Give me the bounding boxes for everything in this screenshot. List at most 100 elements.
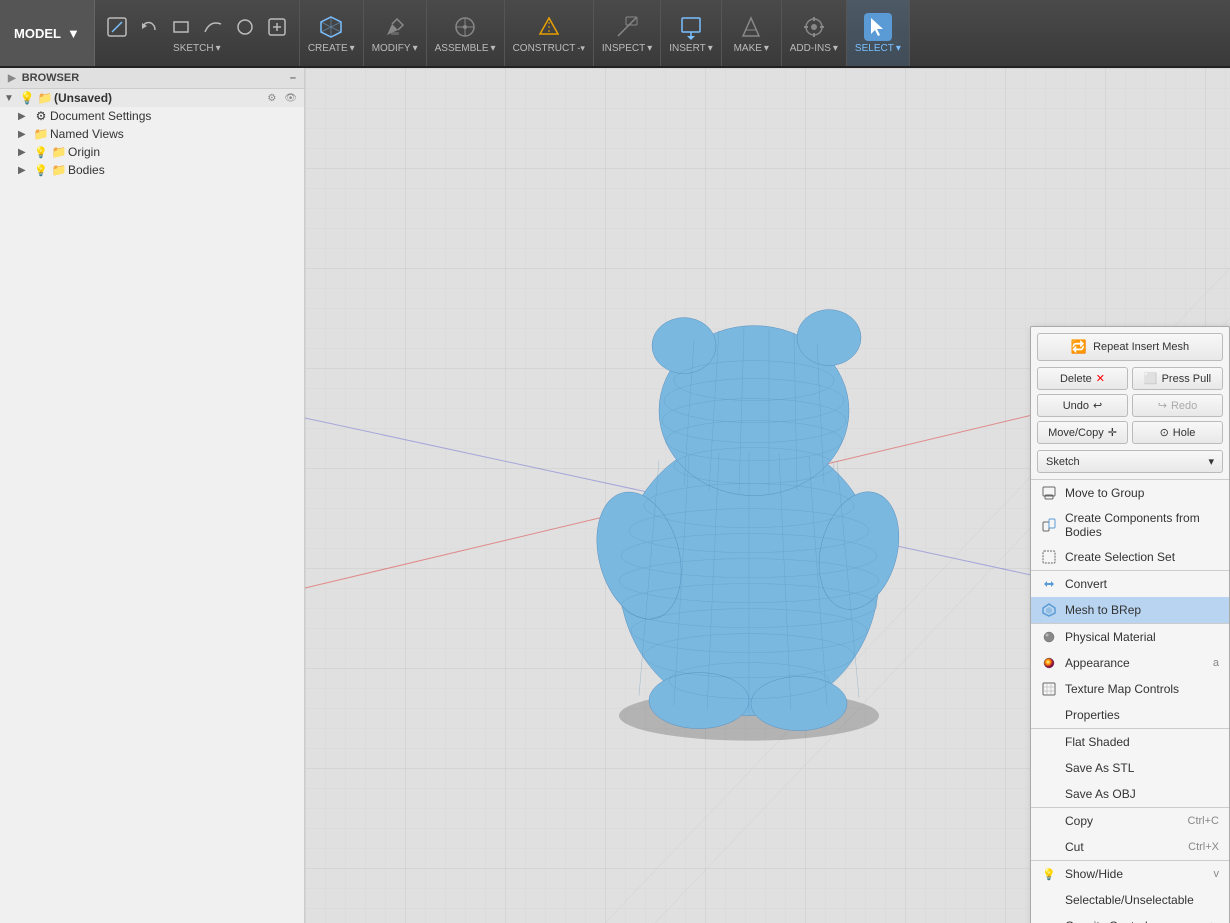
tree-item-named-views[interactable]: ▶ 📁 Named Views: [0, 125, 304, 143]
toolbar-group-inspect[interactable]: INSPECT▾: [594, 0, 661, 66]
ctx-item-save-stl[interactable]: Save As STL: [1031, 755, 1229, 781]
ctx-item-flat-shaded[interactable]: Flat Shaded: [1031, 729, 1229, 755]
origin-bulb-icon: 💡: [32, 146, 50, 159]
create-icon: [317, 13, 345, 41]
main-area: ▶ BROWSER – ▼ 💡 📁 (Unsaved) ⚙ 👁 ▶ ⚙: [0, 68, 1230, 923]
toolbar-group-modify[interactable]: MODIFY▾: [364, 0, 427, 66]
convert-icon: [1041, 576, 1057, 592]
copy-icon: [1041, 813, 1057, 829]
press-pull-label: Press Pull: [1162, 373, 1212, 385]
ctx-item-mesh-to-brep[interactable]: Mesh to BRep: [1031, 597, 1229, 623]
toolbar-group-select[interactable]: SELECT▾: [847, 0, 910, 66]
sidebar-browser: ▶ BROWSER – ▼ 💡 📁 (Unsaved) ⚙ 👁 ▶ ⚙: [0, 68, 305, 923]
show-hide-bulb-icon: 💡: [1041, 866, 1057, 882]
toolbar-group-sketch[interactable]: SKETCH ▾: [95, 0, 300, 66]
root-arrow: ▼: [4, 93, 18, 104]
undo-icon: ↩: [1093, 399, 1102, 412]
undo-btn[interactable]: Undo ↩: [1037, 394, 1128, 417]
assemble-group-label: ASSEMBLE▾: [435, 43, 496, 54]
root-folder-icon: 📁: [36, 91, 54, 105]
convert-label: Convert: [1065, 577, 1107, 591]
toolbar-group-addins[interactable]: ADD-INS▾: [782, 0, 847, 66]
toolbar-group-insert[interactable]: INSERT▾: [661, 0, 722, 66]
toolbar-group-make[interactable]: MAKE▾: [722, 0, 782, 66]
origin-folder-icon: 📁: [50, 145, 68, 159]
flat-shaded-label: Flat Shaded: [1065, 735, 1130, 749]
appearance-label: Appearance: [1065, 656, 1130, 670]
move-copy-icon: ✛: [1108, 426, 1117, 439]
insert-icon: [677, 13, 705, 41]
physical-material-icon: [1041, 629, 1057, 645]
ctx-item-save-obj[interactable]: Save As OBJ: [1031, 781, 1229, 807]
inspect-icon: [613, 13, 641, 41]
opacity-icon: [1041, 918, 1057, 923]
appearance-icon: [1041, 655, 1057, 671]
addins-icon: [800, 13, 828, 41]
tree-item-document-settings[interactable]: ▶ ⚙ Document Settings: [0, 107, 304, 125]
ctx-item-selectable[interactable]: Selectable/Unselectable: [1031, 887, 1229, 913]
doc-settings-arrow: ▶: [18, 111, 32, 122]
save-obj-icon: [1041, 786, 1057, 802]
root-eye-icon[interactable]: 👁: [281, 92, 300, 105]
select-icon: [864, 13, 892, 41]
root-gear-icon[interactable]: ⚙: [264, 92, 279, 105]
tree-item-bodies[interactable]: ▶ 💡 📁 Bodies: [0, 161, 304, 179]
press-pull-btn[interactable]: ⬜ Press Pull: [1132, 367, 1223, 390]
browser-tree: ▼ 💡 📁 (Unsaved) ⚙ 👁 ▶ ⚙ Document Setting…: [0, 89, 304, 179]
ctx-item-properties[interactable]: Properties: [1031, 702, 1229, 728]
create-components-icon: [1041, 517, 1057, 533]
flat-shaded-icon: [1041, 734, 1057, 750]
mesh-to-brep-label: Mesh to BRep: [1065, 603, 1141, 617]
viewport[interactable]: 🔁 Repeat Insert Mesh Delete ✕ ⬜ Press Pu…: [305, 68, 1230, 923]
browser-collapse-btn[interactable]: –: [290, 72, 296, 84]
selectable-icon: [1041, 892, 1057, 908]
modify-group-label: MODIFY▾: [372, 43, 418, 54]
ctx-item-move-to-group[interactable]: Move to Group: [1031, 480, 1229, 506]
ctx-item-texture-map[interactable]: Texture Map Controls: [1031, 676, 1229, 702]
toolbar-group-construct[interactable]: CONSTRUCT -▾: [505, 0, 594, 66]
sketch-dropdown-btn[interactable]: Sketch ▾: [1037, 450, 1223, 473]
tree-item-origin[interactable]: ▶ 💡 📁 Origin: [0, 143, 304, 161]
inspect-group-label: INSPECT▾: [602, 43, 652, 54]
appearance-shortcut: a: [1213, 657, 1219, 669]
quick-action-btns: Delete ✕ ⬜ Press Pull Undo ↩ ↪ R: [1031, 361, 1229, 448]
ctx-item-physical-material[interactable]: Physical Material: [1031, 624, 1229, 650]
sketch-undo-icon: [135, 13, 163, 41]
ctx-item-opacity[interactable]: Opacity Control ▶: [1031, 913, 1229, 923]
ctx-item-copy[interactable]: Copy Ctrl+C: [1031, 808, 1229, 834]
ctx-item-create-selection-set[interactable]: Create Selection Set: [1031, 544, 1229, 570]
move-copy-btn[interactable]: Move/Copy ✛: [1037, 421, 1128, 444]
browser-expand-icon[interactable]: ▶: [8, 73, 16, 84]
tree-item-root[interactable]: ▼ 💡 📁 (Unsaved) ⚙ 👁: [0, 89, 304, 107]
bodies-folder-icon: 📁: [50, 163, 68, 177]
toolbar-group-create[interactable]: CREATE▾: [300, 0, 364, 66]
delete-btn[interactable]: Delete ✕: [1037, 367, 1128, 390]
model-dropdown-arrow: ▼: [67, 26, 80, 41]
save-obj-label: Save As OBJ: [1065, 787, 1136, 801]
ctx-item-cut[interactable]: Cut Ctrl+X: [1031, 834, 1229, 860]
cut-icon: [1041, 839, 1057, 855]
origin-label: Origin: [68, 145, 300, 159]
redo-btn[interactable]: ↪ Redo: [1132, 394, 1223, 417]
repeat-insert-mesh-btn[interactable]: 🔁 Repeat Insert Mesh: [1037, 333, 1223, 361]
hole-btn[interactable]: ⊙ Hole: [1132, 421, 1223, 444]
delete-icon: ✕: [1096, 372, 1105, 385]
show-hide-label: Show/Hide: [1065, 867, 1123, 881]
sketch-new-icon: [103, 13, 131, 41]
ctx-item-convert[interactable]: Convert: [1031, 571, 1229, 597]
physical-material-label: Physical Material: [1065, 630, 1156, 644]
context-menu: 🔁 Repeat Insert Mesh Delete ✕ ⬜ Press Pu…: [1030, 326, 1230, 923]
sketch-group-label: SKETCH ▾: [173, 43, 221, 54]
ctx-item-create-components[interactable]: Create Components from Bodies: [1031, 506, 1229, 544]
model-dropdown[interactable]: MODEL ▼: [0, 0, 95, 66]
bodies-arrow: ▶: [18, 165, 32, 176]
opacity-label: Opacity Control: [1065, 919, 1148, 923]
repeat-insert-mesh-label: Repeat Insert Mesh: [1093, 341, 1189, 353]
ctx-item-appearance[interactable]: Appearance a: [1031, 650, 1229, 676]
move-copy-label: Move/Copy: [1048, 427, 1104, 439]
toolbar-group-assemble[interactable]: ASSEMBLE▾: [427, 0, 505, 66]
ctx-item-show-hide[interactable]: 💡 Show/Hide v: [1031, 861, 1229, 887]
construct-group-label: CONSTRUCT -▾: [513, 43, 585, 54]
insert-group-label: INSERT▾: [669, 43, 713, 54]
doc-settings-gear-icon: ⚙: [32, 109, 50, 123]
